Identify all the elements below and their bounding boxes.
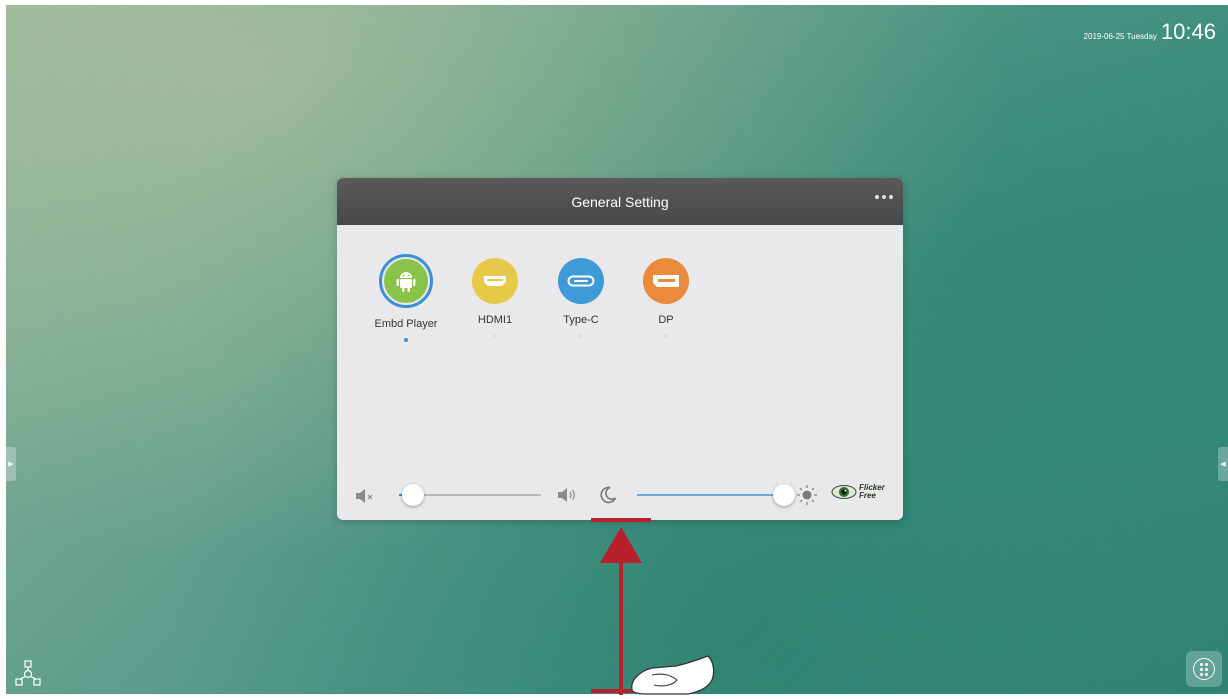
source-dp[interactable]: DP (626, 258, 706, 338)
displayport-icon (643, 258, 689, 304)
apps-launcher-button[interactable] (1186, 651, 1222, 687)
moon-icon (600, 486, 617, 504)
time-label: 10:46 (1160, 19, 1216, 44)
android-icon (384, 259, 428, 303)
general-setting-panel: General Setting Embd Player HDMI1 Type-C… (337, 178, 903, 520)
flicker-free-logo: Flicker Free (831, 484, 885, 500)
source-type-c[interactable]: Type-C (541, 258, 621, 338)
source-label: Type-C (563, 314, 599, 326)
right-side-toolbar-handle[interactable]: ◀ (1218, 447, 1228, 481)
flicker-text-line2: Free (859, 491, 876, 500)
apps-grid-icon (1193, 658, 1215, 680)
source-label: Embd Player (374, 318, 438, 330)
volume-slider[interactable] (399, 484, 541, 506)
source-label: HDMI1 (477, 314, 513, 326)
left-side-toolbar-handle[interactable]: ▶ (6, 447, 16, 481)
source-hdmi1[interactable]: HDMI1 (455, 258, 535, 338)
source-indicator-dot (493, 334, 497, 338)
more-options-button[interactable] (875, 195, 893, 199)
volume-mute-icon[interactable] (355, 488, 377, 504)
source-embd-player[interactable]: Embd Player (366, 254, 446, 342)
eye-icon (831, 485, 857, 499)
brightness-slider-fill (637, 494, 784, 496)
status-clock: 2019-06-25 Tuesday 10:46 (1084, 19, 1216, 45)
desktop-background: 2019-06-25 Tuesday 10:46 ▶ ◀ General Set… (6, 5, 1228, 694)
source-indicator-dot (664, 334, 668, 338)
date-label: 2019-06-25 Tuesday (1083, 32, 1157, 41)
sun-icon (797, 485, 817, 505)
network-icon[interactable] (14, 660, 42, 688)
source-selected-ring (379, 254, 433, 308)
brightness-slider-thumb[interactable] (773, 484, 795, 506)
panel-title: General Setting (571, 193, 669, 210)
panel-header: General Setting (337, 178, 903, 225)
panel-controls-bar: Flicker Free (337, 480, 903, 510)
source-label: DP (658, 314, 674, 326)
volume-up-icon[interactable] (557, 487, 579, 503)
source-indicator-dot (579, 334, 583, 338)
brightness-slider[interactable] (637, 484, 795, 506)
hdmi-icon (472, 258, 518, 304)
usb-c-icon (558, 258, 604, 304)
volume-slider-thumb[interactable] (402, 484, 425, 506)
source-indicator-dot (404, 338, 408, 342)
chevron-left-icon: ◀ (1220, 461, 1226, 468)
chevron-right-icon: ▶ (8, 461, 14, 468)
